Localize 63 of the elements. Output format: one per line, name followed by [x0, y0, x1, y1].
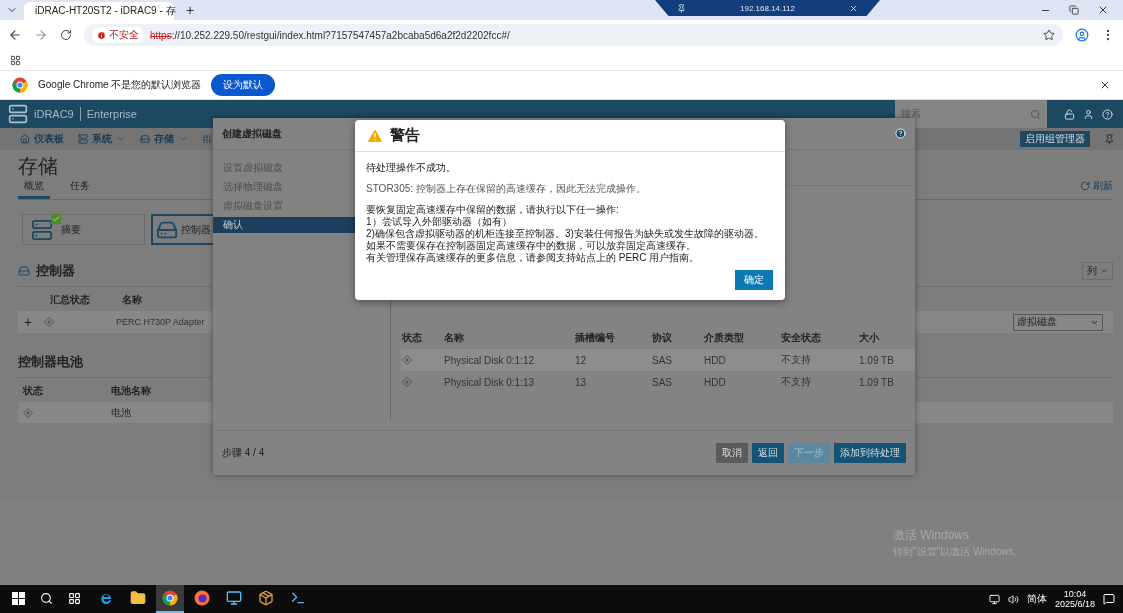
dialog-button[interactable]: 添加到待处理 — [834, 443, 906, 463]
message-line: STOR305: 控制器上存在保留的高速缓存，因此无法完成操作。 — [366, 183, 647, 195]
nav-menu-item[interactable]: 存储 — [140, 132, 188, 146]
table-cell-text: 12 — [575, 354, 588, 366]
column-header: 汇总状态 — [50, 293, 91, 307]
step-counter: 步骤 4 / 4 — [222, 446, 265, 460]
default-browser-message: Google Chrome 不是您的默认浏览器 — [38, 78, 202, 92]
alert-title: 警告 — [390, 126, 420, 145]
refresh-link[interactable]: 刷新 — [1080, 179, 1113, 199]
column-header: 名称 — [444, 331, 465, 345]
page-title: 存储 — [18, 154, 58, 179]
expand-button[interactable]: + — [24, 314, 44, 330]
message-line: 待处理操作不成功。 — [366, 162, 457, 174]
table-cell-text: 不支持 — [781, 353, 812, 367]
section-title: 控制器 — [36, 262, 75, 280]
table-cell-text: SAS — [652, 376, 673, 388]
nav-menu-item[interactable]: 系统 — [78, 132, 126, 146]
message-line: 有关管理保存高速缓存的更多信息，请参阅支持站点上的 PERC 用户指南。 — [366, 252, 701, 264]
clock[interactable]: 10:04 2025/6/18 — [1054, 589, 1095, 609]
nav-menu-item[interactable]: 仪表板 — [20, 132, 64, 146]
table-cell: PERC H730P Adapter — [116, 317, 205, 327]
message-line: 如果不需要保存在控制器固定高速缓存中的数据，可以放弃固定高速缓存。 — [366, 240, 697, 252]
table-cell-text: HDD — [704, 376, 727, 388]
column-header: 电池名称 — [111, 384, 152, 398]
brand-name: iDRAC9 — [34, 108, 74, 120]
table-cell-text: 13 — [575, 376, 588, 388]
table-cell-text: 不支持 — [781, 375, 812, 389]
browser-tab[interactable]: iDRAC-HT20ST2 - iDRAC9 - 存 — [24, 2, 174, 20]
category-card[interactable]: 摘要 — [22, 214, 145, 245]
column-header: 状态 — [402, 331, 423, 345]
section-title: 控制器电池 — [18, 353, 83, 371]
remote-host: 192.168.14.112 — [739, 3, 796, 13]
table-cell-text: SAS — [652, 354, 673, 366]
table-cell-text: Physical Disk 0:1:13 — [444, 376, 536, 388]
message-line: 要恢复固定高速缓存中保留的数据，请执行以下任一操作: — [366, 204, 620, 216]
address-bar[interactable]: 不安全 https://10.252.229.50/restgui/index.html?7157547457a2bcaba5d6a2f2d2202fcc#/ — [84, 24, 1063, 46]
dialog-button[interactable]: 返回 — [752, 443, 784, 463]
virtual-disk-select[interactable]: 虚拟磁盘 — [1013, 313, 1103, 331]
table-cell-text: 电池 — [111, 405, 132, 420]
column-header: 名称 — [122, 293, 143, 307]
group-manager-button[interactable]: 启用组管理器 — [1020, 131, 1090, 147]
edition-name: Enterprise — [86, 108, 137, 120]
page-tab[interactable]: 概览 — [18, 179, 50, 199]
ok-button[interactable]: 确定 — [735, 270, 773, 290]
set-default-button[interactable]: 设为默认 — [211, 74, 276, 96]
table-cell-text: Physical Disk 0:1:12 — [444, 354, 536, 366]
dialog-title: 创建虚拟磁盘 — [222, 126, 282, 141]
url-text: https://10.252.229.50/restgui/index.html?7157547457a2bcaba5d6a2f2d2202fcc#/ — [150, 29, 510, 41]
page-tab[interactable]: 任务 — [64, 179, 96, 199]
table-cell-text: HDD — [704, 354, 727, 366]
input-method[interactable]: 简体 — [1026, 592, 1047, 606]
column-header: 介质类型 — [704, 331, 745, 345]
table-cell-text: 1.09 TB — [859, 354, 895, 366]
column-header: 安全状态 — [781, 331, 822, 345]
column-header: 状态 — [23, 384, 44, 398]
columns-dropdown[interactable]: 列 — [1082, 262, 1113, 280]
new-tab-button[interactable]: + — [180, 2, 201, 18]
column-header: 协议 — [652, 331, 673, 345]
table-cell-text: 1.09 TB — [859, 376, 895, 388]
dialog-button[interactable]: 取消 — [716, 443, 748, 463]
security-badge[interactable]: 不安全 — [92, 27, 144, 43]
column-header: 插槽编号 — [575, 331, 616, 345]
column-header: 大小 — [859, 331, 880, 345]
